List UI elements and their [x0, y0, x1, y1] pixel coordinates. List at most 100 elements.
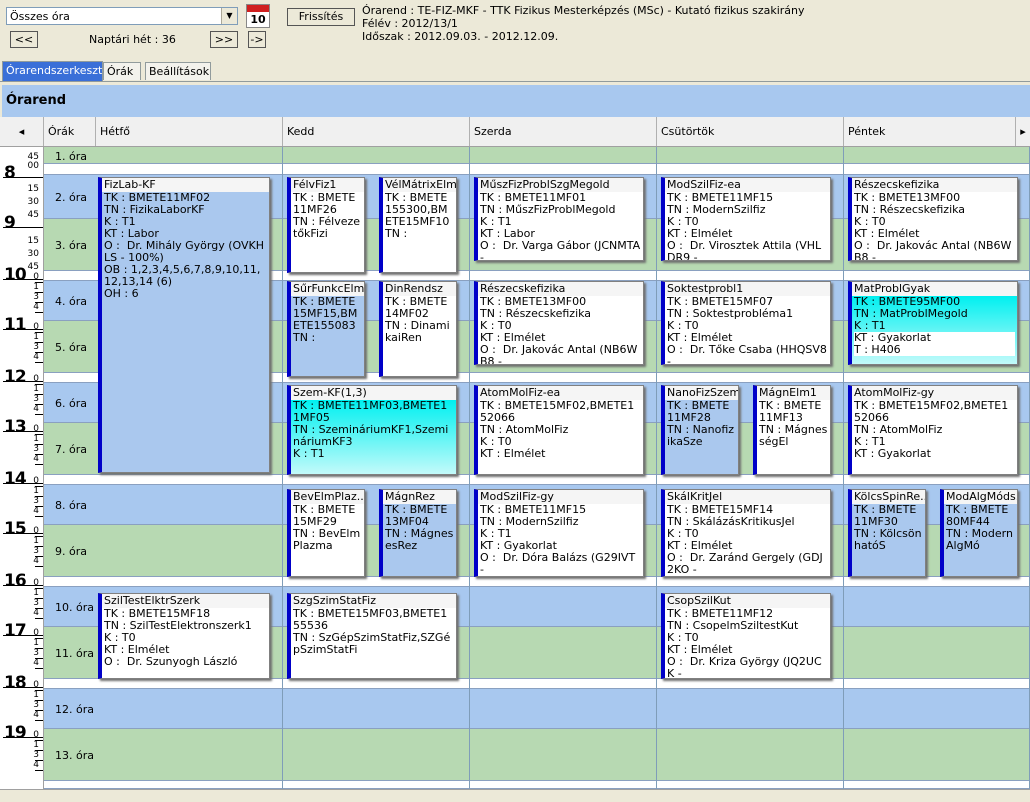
time-slot[interactable] — [283, 475, 469, 485]
time-slot[interactable] — [657, 781, 843, 789]
time-slot[interactable] — [96, 781, 282, 789]
class-event[interactable]: Soktestprobl1 TK : BMETE15MF07 TN : Soktes… — [661, 281, 831, 365]
class-event[interactable]: VélMátrixElm TK : BMETE155300,BMETE15MF10… — [379, 177, 457, 273]
day-column-wednesday[interactable]: MűszFizProblSzgMegold TK : BMETE11MF01 TN … — [470, 147, 657, 789]
class-event[interactable]: KölcsSpinRe... TK : BMETE11MF30 TN : Kölcs… — [848, 489, 926, 577]
class-event[interactable]: MűszFizProblSzgMegold TK : BMETE11MF01 TN … — [474, 177, 644, 261]
class-event[interactable]: FizLab-KF TK : BMETE11MF02 TN : FizikaLabo… — [98, 177, 270, 473]
class-event[interactable]: CsopSzilKut TK : BMETE11MF12 TN : CsopelmS… — [661, 593, 831, 679]
day-column-monday[interactable]: FizLab-KF TK : BMETE11MF02 TN : FizikaLabo… — [96, 147, 283, 789]
tick-line — [35, 668, 43, 669]
time-slot[interactable] — [657, 729, 843, 781]
time-slot[interactable] — [844, 781, 1029, 789]
class-event[interactable]: NanoFizSzem2TK : BMETE11MF28TN : Nanofiz… — [661, 385, 739, 475]
time-slot[interactable] — [657, 577, 843, 587]
class-event[interactable]: SkálKritJel TK : BMETE15MF14 TN : Skálázás… — [661, 489, 831, 577]
time-slot[interactable] — [470, 147, 656, 164]
chevron-down-icon[interactable]: ▼ — [221, 8, 237, 24]
time-slot[interactable] — [283, 147, 469, 164]
time-slot[interactable] — [96, 525, 282, 577]
time-slot[interactable] — [657, 475, 843, 485]
class-event[interactable]: MatProblGyak TK : BMETE95MF00 TN : MatProb… — [848, 281, 1018, 365]
scroll-right-button[interactable]: ▸ — [1016, 117, 1030, 146]
time-slot[interactable] — [470, 164, 656, 175]
time-slot[interactable] — [657, 689, 843, 729]
class-event-line: TN : SzGépSzimStatFiz,SZGépSzimStatFi — [293, 631, 451, 656]
time-slot[interactable] — [283, 679, 469, 689]
time-slot[interactable] — [844, 147, 1029, 164]
view-select[interactable]: Összes óra ▼ — [6, 7, 238, 25]
time-slot[interactable] — [657, 373, 843, 383]
time-slot[interactable] — [470, 729, 656, 781]
minute-tick: 4 — [33, 454, 39, 464]
class-event[interactable]: MágnElm1 TK : BMETE11MF13 TN : MágnességEl — [753, 385, 831, 475]
time-slot[interactable] — [657, 147, 843, 164]
class-event[interactable]: SzgSzimStatFiz TK : BMETE15MF03,BMETE1555… — [287, 593, 457, 679]
class-event[interactable]: Szem-KF(1,3) TK : BMETE11MF03,BMETE11MF05… — [287, 385, 457, 475]
class-event[interactable]: Részecskefizika TK : BMETE13MF00 TN : Rész… — [848, 177, 1018, 261]
jump-week-button[interactable]: -> — [248, 31, 266, 48]
class-event[interactable]: BevElmPlaz... TK : BMETE15MF29 TN : BevElm… — [287, 489, 365, 577]
minute-tick: 1 — [33, 282, 39, 292]
time-slot[interactable] — [470, 373, 656, 383]
tab-classes[interactable]: Órák — [103, 62, 141, 80]
time-slot[interactable] — [96, 485, 282, 525]
time-slot[interactable] — [96, 164, 282, 175]
tab-settings[interactable]: Beállítások — [145, 62, 211, 80]
time-slot[interactable] — [844, 679, 1029, 689]
time-slot[interactable] — [96, 147, 282, 164]
next-week-button[interactable]: >> — [210, 31, 238, 48]
time-slot[interactable] — [470, 627, 656, 679]
time-slot[interactable] — [283, 164, 469, 175]
class-event[interactable]: MágnRez TK : BMETE13MF04 TN : MágnesesRez — [379, 489, 457, 577]
time-slot[interactable] — [657, 679, 843, 689]
time-slot[interactable] — [96, 475, 282, 485]
time-slot[interactable] — [844, 689, 1029, 729]
time-slot[interactable] — [844, 475, 1029, 485]
prev-week-button[interactable]: << — [10, 31, 38, 48]
time-slot[interactable] — [844, 577, 1029, 587]
time-slot[interactable] — [470, 689, 656, 729]
time-slot[interactable] — [96, 729, 282, 781]
time-slot[interactable] — [283, 781, 469, 789]
time-slot[interactable] — [844, 587, 1029, 627]
class-event[interactable]: ModSzilFiz-gy TK : BMETE11MF15 TN : Modern… — [474, 489, 644, 577]
time-slot[interactable] — [844, 373, 1029, 383]
time-slot[interactable] — [844, 164, 1029, 175]
time-slot[interactable] — [470, 271, 656, 281]
class-event[interactable]: SzilTestElktrSzerk TK : BMETE15MF18 TN : S… — [98, 593, 270, 679]
class-event[interactable]: AtomMolFiz-gy TK : BMETE15MF02,BMETE15206… — [848, 385, 1018, 475]
class-event[interactable]: DinRendsz TK : BMETE14MF02 TN : DinamikaiR… — [379, 281, 457, 377]
class-event[interactable]: AtomMolFiz-ea TK : BMETE15MF02,BMETE15206… — [474, 385, 644, 475]
time-slot[interactable] — [470, 781, 656, 789]
time-slot[interactable] — [96, 679, 282, 689]
time-slot[interactable] — [470, 679, 656, 689]
calendar-button[interactable]: 10 — [246, 4, 270, 28]
time-slot[interactable] — [283, 577, 469, 587]
scroll-left-button[interactable]: ◂ — [0, 117, 44, 146]
time-slot[interactable] — [470, 577, 656, 587]
day-column-tuesday[interactable]: FélvFiz1 TK : BMETE11MF26 TN : FélvezetőkF… — [283, 147, 470, 789]
time-slot[interactable] — [96, 689, 282, 729]
class-event[interactable]: ModSzilFiz-ea TK : BMETE11MF15 TN : Modern… — [661, 177, 831, 261]
time-slot[interactable] — [844, 627, 1029, 679]
time-slot[interactable] — [283, 729, 469, 781]
class-event[interactable]: Részecskefizika TK : BMETE13MF00 TN : Rész… — [474, 281, 644, 365]
time-slot[interactable] — [470, 475, 656, 485]
refresh-button[interactable]: Frissítés — [287, 8, 355, 26]
day-column-friday[interactable]: MatProblGyak TK : BMETE95MF00 TN : MatProb… — [844, 147, 1030, 789]
time-slot[interactable] — [470, 587, 656, 627]
class-event-line: TK : BMETE11MF26 — [293, 191, 356, 216]
time-slot[interactable] — [657, 164, 843, 175]
day-column-thursday[interactable]: ModSzilFiz-ea TK : BMETE11MF15 TN : Modern… — [657, 147, 844, 789]
tab-timetable-editor[interactable]: Órarendszerkesztő — [2, 61, 109, 81]
class-event[interactable]: FélvFiz1 TK : BMETE11MF26 TN : FélvezetőkF… — [287, 177, 365, 273]
class-event-line: O : Dr. Jakovác Antal (NB6WB8 - — [480, 343, 638, 365]
time-slot[interactable] — [657, 271, 843, 281]
class-event[interactable]: ModAlgMóds...TK : BMETE80MF44TN : Modern… — [940, 489, 1018, 577]
time-slot[interactable] — [844, 729, 1029, 781]
class-event[interactable]: SűrFunkcElm TK : BMETE15MF15,BMETE155083 T… — [287, 281, 365, 377]
time-slot[interactable] — [283, 689, 469, 729]
time-slot[interactable] — [96, 577, 282, 587]
time-slot[interactable] — [844, 271, 1029, 281]
